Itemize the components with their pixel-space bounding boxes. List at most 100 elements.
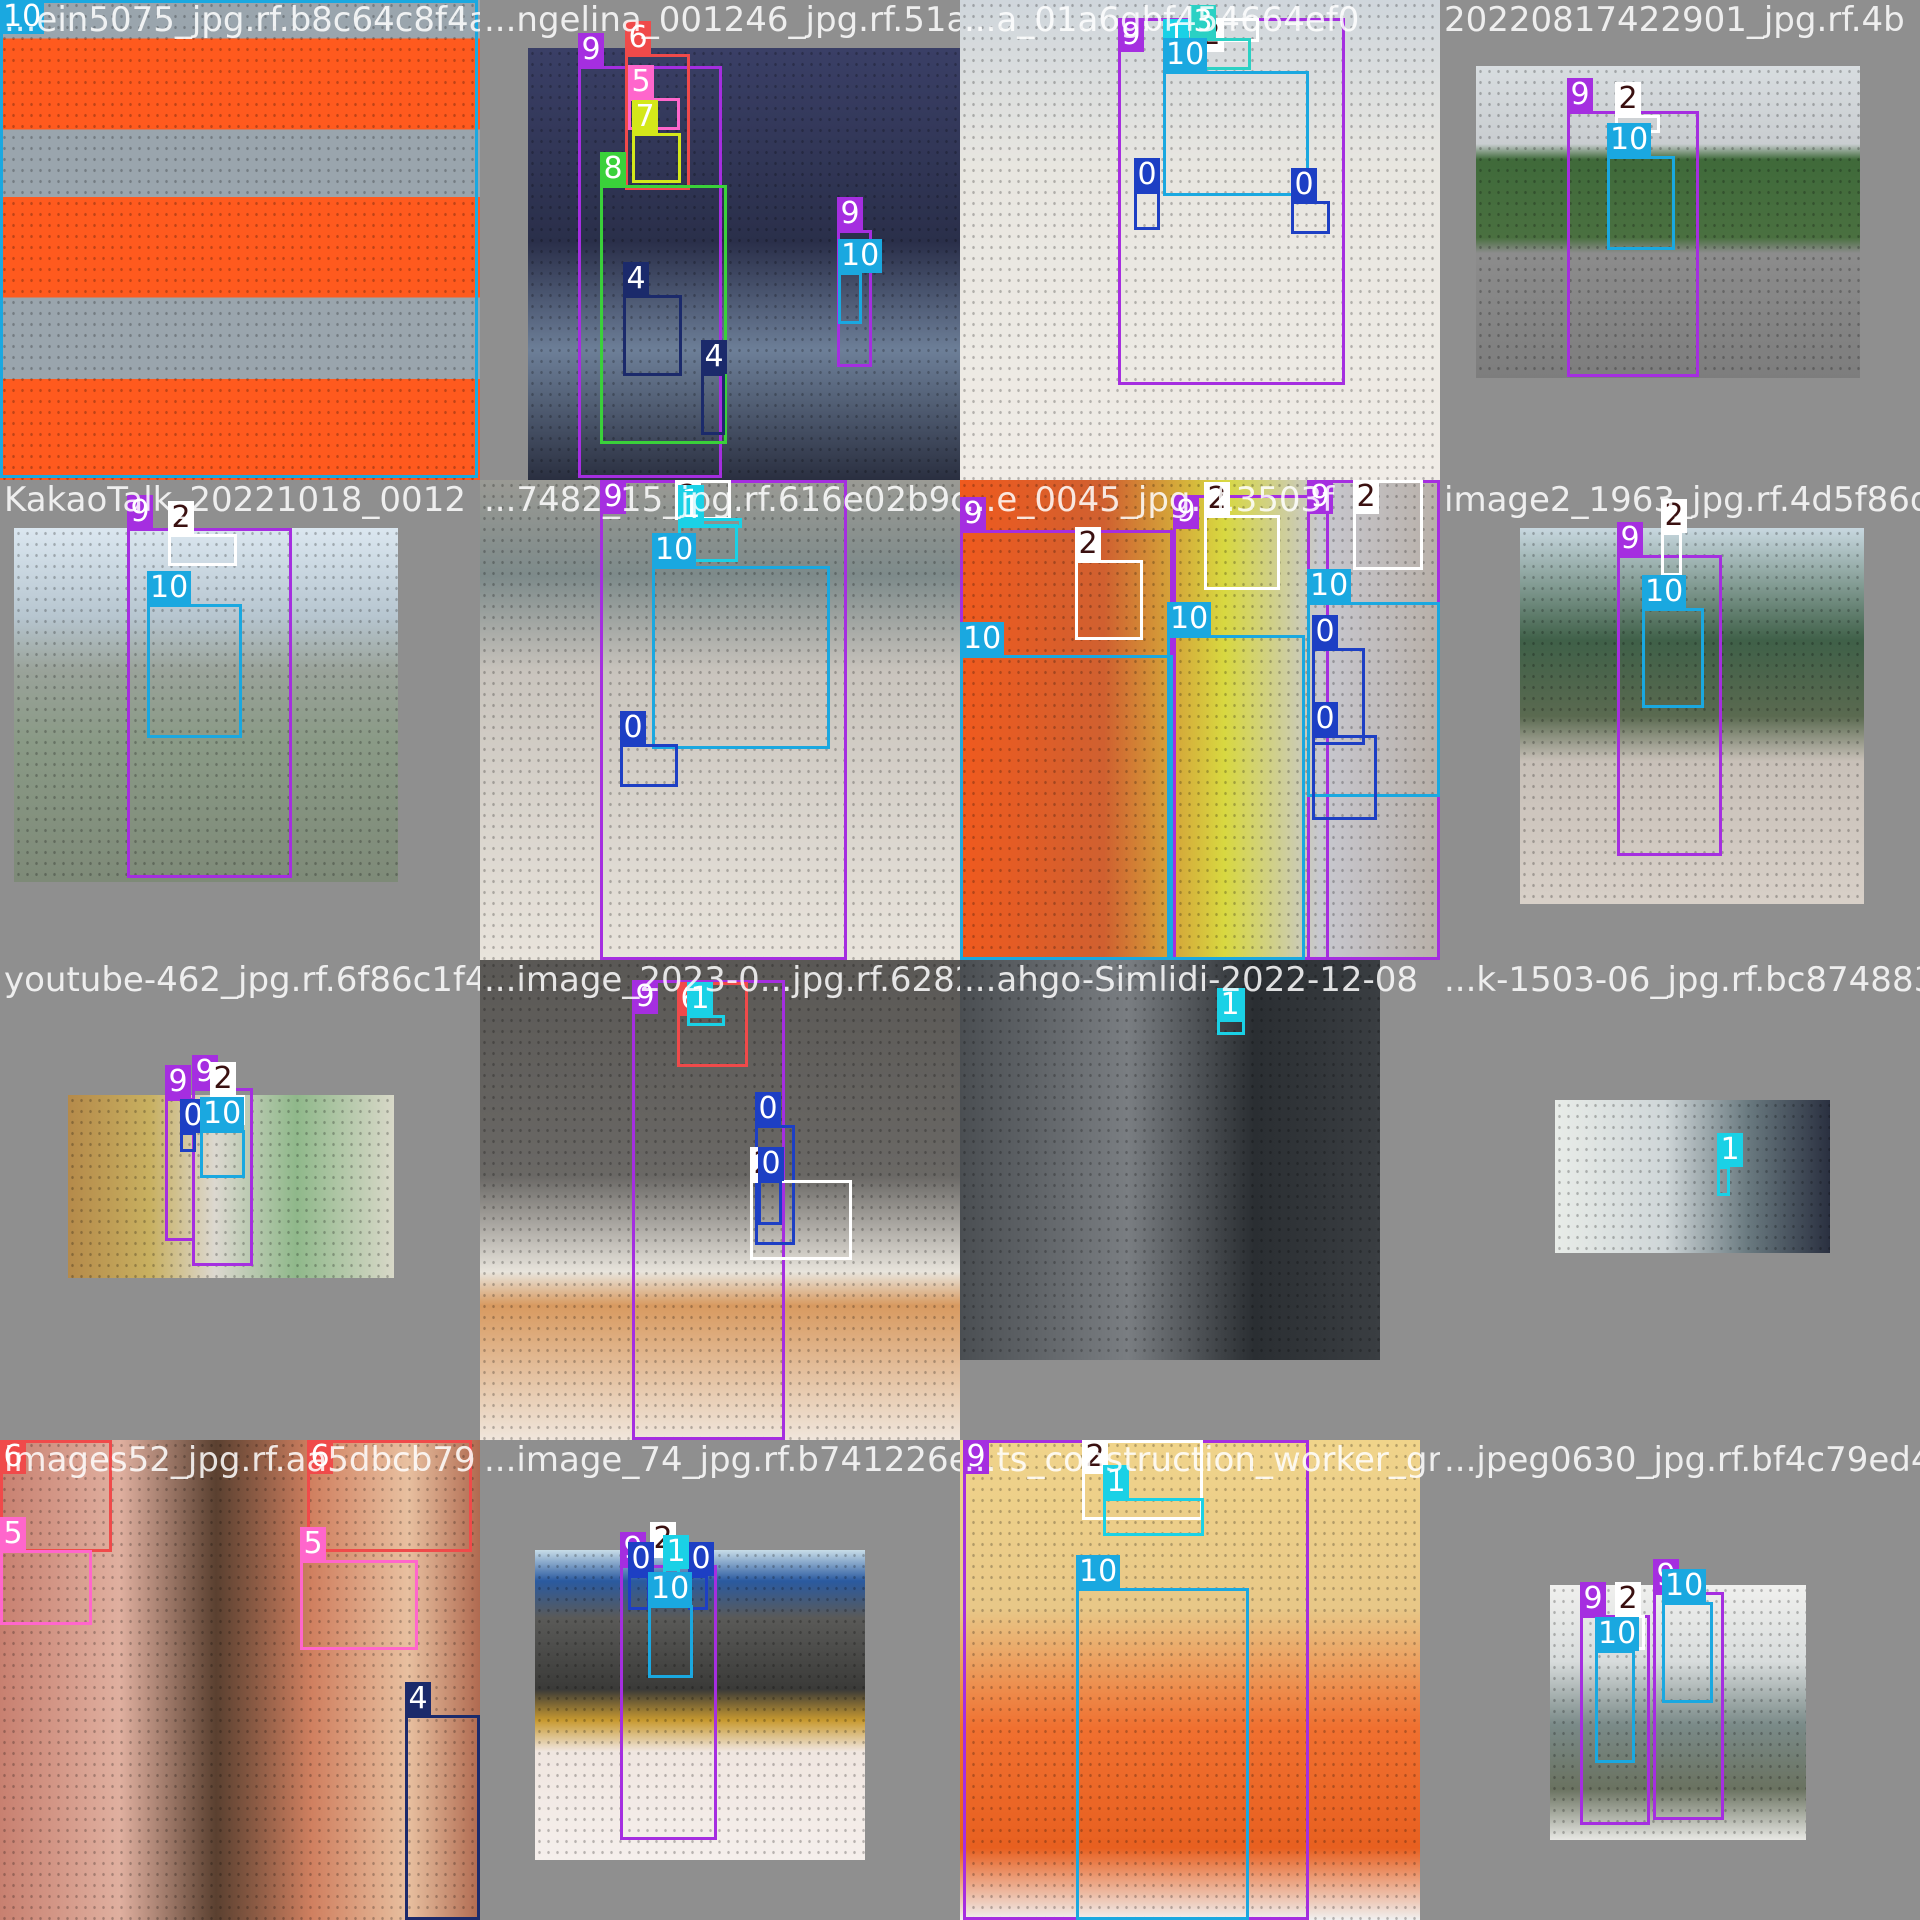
bbox-label: 5 (300, 1527, 326, 1561)
mosaic-tile: 6 6 5 5 4 images52_jpg.rf.aa5dbcb79 (0, 1440, 480, 1920)
bbox-class-0: 0 (1312, 702, 1377, 820)
bbox-label: 1 (1717, 1133, 1743, 1167)
bbox-label: 0 (755, 1092, 781, 1126)
bbox-label: 10 (1076, 1555, 1121, 1589)
tile-filename: ...ts_construction_worker_grande (964, 1440, 1440, 1480)
bbox-class-2: 2 (1075, 527, 1143, 640)
tile-filename: image2_1963_jpg.rf.4d5f86daf (1444, 480, 1920, 520)
tile-filename: ...ngelina_001246_jpg.rf.51accea (484, 0, 960, 40)
bbox-class-10: 10 (648, 1572, 693, 1678)
bbox-label: 0 (1134, 158, 1160, 192)
bbox-class-1: 1 (1103, 1465, 1204, 1536)
tile-filename: KakaoTalk_20221018_0012 (4, 480, 466, 520)
bbox-class-10: 10 (1167, 602, 1305, 960)
tile-filename: images52_jpg.rf.aa5dbcb79 (4, 1440, 476, 1480)
bbox-class-10: 10 (1076, 1555, 1249, 1920)
mosaic-grid: 10 ...ein5075_jpg.rf.b8c64c8f4a 9 6 5 7 8 4 4 9 10… (0, 0, 1920, 1920)
mosaic-tile: 9 2 9 2 9 2 10 10 10 0 0 ...e_0045_jpg.rf.3503f (960, 480, 1440, 960)
bbox-label: 10 (960, 622, 1005, 656)
tile-filename: youtube-462_jpg.rf.6f86c1f4 (4, 960, 480, 1000)
mosaic-tile: 9 2 10 image2_1963_jpg.rf.4d5f86daf (1440, 480, 1920, 960)
bbox-label: 10 (648, 1572, 693, 1606)
bbox-class-0: 0 (628, 1542, 654, 1610)
bbox-class-0: 0 (1134, 158, 1160, 230)
mosaic-tile: 10 ...ein5075_jpg.rf.b8c64c8f4a (0, 0, 480, 480)
bbox-class-5: 5 (300, 1527, 418, 1650)
bbox-class-10: 10 (1607, 123, 1675, 250)
mosaic-tile: 92110...ts_construction_worker_grande (960, 1440, 1440, 1920)
bbox-label: 0 (1312, 615, 1338, 649)
bbox-class-1: 1 (687, 982, 725, 1026)
bbox-label: 0 (1291, 168, 1317, 202)
bbox-label: 7 (632, 100, 658, 134)
bbox-class-2: 2 (1353, 480, 1423, 570)
bbox-label: 2 (1353, 480, 1379, 514)
bbox-label: 10 (147, 571, 192, 605)
mosaic-tile: 9657844910...ngelina_001246_jpg.rf.51acc… (480, 0, 960, 480)
bbox-class-0: 0 (1291, 168, 1330, 234)
bbox-class-0: 0 (620, 711, 678, 787)
bbox-label: 0 (758, 1147, 784, 1181)
bbox-label: 10 (1167, 602, 1212, 636)
bbox-label: 10 (1307, 569, 1352, 603)
bbox-label: 0 (1312, 702, 1338, 736)
bbox-label: 2 (1075, 527, 1101, 561)
mosaic-tile: 9200110...image_74_jpg.rf.b741226e (480, 1440, 960, 1920)
bbox-class-10: 10 (0, 0, 478, 478)
tile-filename: ...image_74_jpg.rf.b741226e (484, 1440, 960, 1480)
bbox-class-2: 2 (168, 501, 237, 566)
bbox-class-7: 7 (632, 100, 681, 183)
tile-photo (1555, 1100, 1830, 1253)
tile-filename: ...image_2023-0...jpg.rf.62825876 (484, 960, 960, 1000)
bbox-class-10: 10 (838, 239, 883, 324)
bbox-class-10: 10 (1595, 1617, 1640, 1763)
bbox-label: 10 (1642, 575, 1687, 609)
bbox-label: 10 (200, 1097, 245, 1131)
bbox-class-2: 2 (1661, 499, 1687, 576)
mosaic-tile: 92311000...a_01a6gbf454664ef0 (960, 0, 1440, 480)
bbox-label: 9 (1617, 522, 1643, 556)
bbox-label: 2 (1615, 1582, 1641, 1616)
tile-filename: ...k-1503-06_jpg.rf.bc8748832972 (1444, 960, 1920, 1000)
bbox-label: 4 (701, 340, 727, 374)
tile-filename: ...e_0045_jpg.rf.3503f (964, 480, 1335, 520)
bbox-label: 10 (1595, 1617, 1640, 1651)
bbox-label: 8 (600, 152, 626, 186)
tile-noise (1555, 1100, 1830, 1253)
bbox-class-4: 4 (701, 340, 727, 435)
mosaic-tile: 9211100...7482_15_jpg.rf.616e02b9c5 (480, 480, 960, 960)
bbox-label: 5 (0, 1517, 26, 1551)
bbox-class-10: 10 (960, 622, 1173, 960)
tile-noise (960, 960, 1380, 1360)
mosaic-tile: 1 ...k-1503-06_jpg.rf.bc8748832972 (1440, 960, 1920, 1440)
tile-filename: ...a_01a6gbf454664ef0 (964, 0, 1360, 40)
bbox-class-10: 10 (200, 1097, 245, 1178)
bbox-class-0: 0 (758, 1147, 784, 1225)
bbox-label: 0 (688, 1542, 714, 1576)
tile-filename: 20220817422901_jpg.rf.4b (1444, 0, 1905, 40)
bbox-class-4: 4 (405, 1682, 480, 1920)
tile-filename: ...ein5075_jpg.rf.b8c64c8f4a (4, 0, 480, 40)
tile-filename: ...jpeg0630_jpg.rf.bf4c79ed4b (1444, 1440, 1920, 1480)
bbox-class-4: 4 (623, 262, 682, 376)
tile-filename: ...ahgo-Simlidi-2022-12-08 (964, 960, 1419, 1000)
bbox-label: 10 (1662, 1569, 1707, 1603)
bbox-label: 4 (405, 1682, 431, 1716)
mosaic-tile: 9210910...jpeg0630_jpg.rf.bf4c79ed4b (1440, 1440, 1920, 1920)
bbox-label: 10 (838, 239, 883, 273)
mosaic-tile: 9 9 2 0 10 youtube-462_jpg.rf.6f86c1f4 (0, 960, 480, 1440)
bbox-class-5: 5 (0, 1517, 92, 1625)
bbox-label: 4 (623, 262, 649, 296)
bbox-label: 0 (620, 711, 646, 745)
bbox-label: 2 (210, 1062, 236, 1096)
bbox-label: 10 (1163, 38, 1208, 72)
bbox-class-0: 0 (180, 1099, 206, 1152)
tile-photo (960, 960, 1380, 1360)
mosaic-tile: 9 2 10 20220817422901_jpg.rf.4b (1440, 0, 1920, 480)
bbox-label: 9 (1567, 78, 1593, 112)
bbox-label: 9 (837, 197, 863, 231)
bbox-class-10: 10 (147, 571, 242, 738)
bbox-label: 10 (652, 533, 697, 567)
mosaic-tile: 1 ...ahgo-Simlidi-2022-12-08 (960, 960, 1440, 1440)
mosaic-tile: 961020...image_2023-0...jpg.rf.62825876 (480, 960, 960, 1440)
